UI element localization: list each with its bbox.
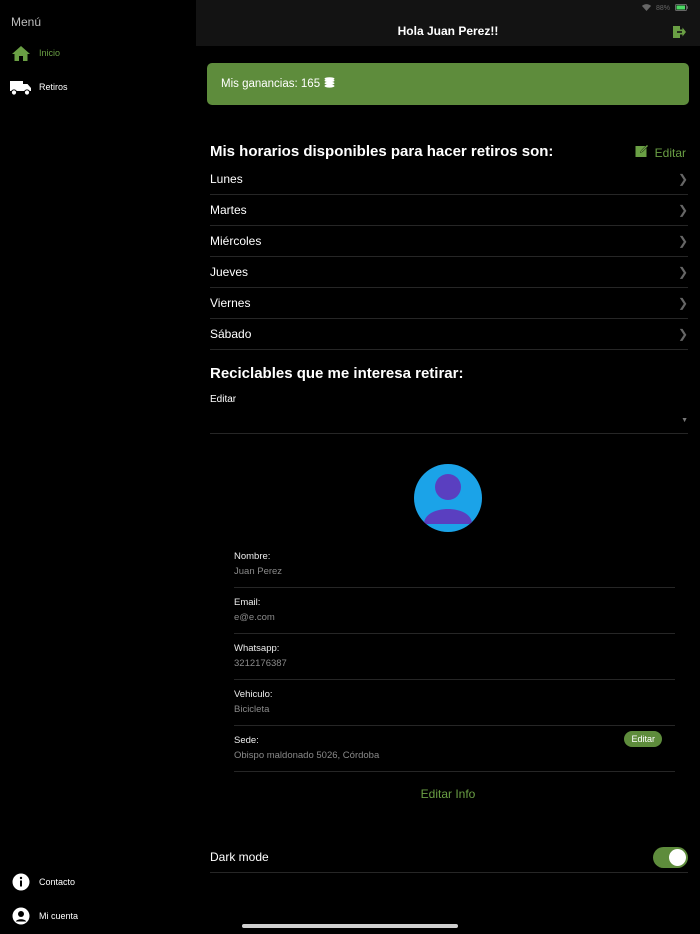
top-bar: 88% Hola Juan Perez!! <box>196 0 700 46</box>
field-value: e@e.com <box>234 612 275 623</box>
field-label: Nombre: <box>234 551 271 562</box>
sidebar-item-label: Inicio <box>39 48 61 58</box>
recyclables-select[interactable]: ▼ <box>210 408 688 434</box>
edit-sede-button[interactable]: Editar <box>624 731 662 747</box>
coins-icon <box>324 77 335 91</box>
day-row-sabado[interactable]: Sábado ❯ <box>210 319 688 350</box>
profile-row-vehiculo: Vehiculo: Bicicleta <box>234 680 675 726</box>
day-label: Lunes <box>210 172 243 186</box>
toggle-knob <box>669 848 686 866</box>
sidebar-item-inicio[interactable]: Inicio <box>10 43 60 63</box>
sidebar-item-label: Mi cuenta <box>39 911 79 921</box>
dark-mode-toggle[interactable] <box>653 846 688 868</box>
profile-row-nombre: Nombre: Juan Perez <box>234 542 675 588</box>
earnings-banner: Mis ganancias: 165 <box>207 63 689 105</box>
field-label: Email: <box>234 597 261 608</box>
day-row-lunes[interactable]: Lunes ❯ <box>210 164 688 195</box>
profile-info-list: Nombre: Juan Perez Email: e@e.com Whatsa… <box>234 542 675 772</box>
sidebar: Menú Inicio Retiros Contacto Mi cuenta <box>0 0 196 934</box>
day-label: Miércoles <box>210 234 262 248</box>
avatar <box>414 464 482 532</box>
chevron-right-icon: ❯ <box>677 296 688 310</box>
day-label: Jueves <box>210 265 249 279</box>
day-label: Viernes <box>210 296 251 310</box>
edit-info-button[interactable]: Editar Info <box>196 787 700 801</box>
schedule-heading: Mis horarios disponibles para hacer reti… <box>210 143 554 160</box>
chevron-right-icon: ❯ <box>677 327 688 341</box>
chevron-right-icon: ❯ <box>677 203 688 217</box>
edit-icon <box>635 144 649 161</box>
status-bar: 88% <box>641 4 688 13</box>
profile-row-whatsapp: Whatsapp: 3212176387 <box>234 634 675 680</box>
sidebar-item-label: Retiros <box>39 82 68 92</box>
recyclables-field-label: Editar <box>210 394 237 405</box>
day-row-jueves[interactable]: Jueves ❯ <box>210 257 688 288</box>
edit-schedule-button[interactable]: Editar <box>635 144 686 161</box>
chevron-right-icon: ❯ <box>677 265 688 279</box>
battery-percentage: 88% <box>655 5 670 12</box>
earnings-text: Mis ganancias: 165 <box>221 78 321 90</box>
home-icon <box>10 43 32 63</box>
day-label: Martes <box>210 203 247 217</box>
main-content: 88% Hola Juan Perez!! Mis ganancias: 165 <box>196 0 700 934</box>
profile-row-email: Email: e@e.com <box>234 588 675 634</box>
field-value: Obispo maldonado 5026, Córdoba <box>234 750 380 761</box>
wifi-icon <box>641 4 651 13</box>
chevron-right-icon: ❯ <box>677 234 688 248</box>
sidebar-item-label: Contacto <box>39 877 76 887</box>
field-value: 3212176387 <box>234 658 287 669</box>
sidebar-item-mi-cuenta[interactable]: Mi cuenta <box>10 906 78 926</box>
field-label: Sede: <box>234 735 259 746</box>
account-icon <box>10 906 32 926</box>
recyclables-heading: Reciclables que me interesa retirar: <box>210 365 464 382</box>
battery-icon <box>675 4 688 13</box>
sidebar-item-retiros[interactable]: Retiros <box>10 77 68 97</box>
day-list: Lunes ❯ Martes ❯ Miércoles ❯ Jueves ❯ Vierne… <box>210 164 688 350</box>
dark-mode-row: Dark mode <box>210 842 688 873</box>
sidebar-item-contacto[interactable]: Contacto <box>10 872 75 892</box>
chevron-right-icon: ❯ <box>677 172 688 186</box>
day-row-martes[interactable]: Martes ❯ <box>210 195 688 226</box>
day-row-viernes[interactable]: Viernes ❯ <box>210 288 688 319</box>
day-label: Sábado <box>210 327 252 341</box>
info-icon <box>10 872 32 892</box>
edit-label: Editar <box>654 145 686 160</box>
caret-down-icon: ▼ <box>681 417 688 424</box>
logout-icon <box>672 26 686 43</box>
truck-icon <box>10 77 32 97</box>
day-row-miercoles[interactable]: Miércoles ❯ <box>210 226 688 257</box>
field-value: Bicicleta <box>234 704 270 715</box>
home-indicator <box>242 924 458 928</box>
profile-row-sede: Sede: Obispo maldonado 5026, Córdoba Edi… <box>234 726 675 772</box>
logout-button[interactable] <box>672 25 686 39</box>
sidebar-title: Menú <box>11 15 42 29</box>
page-title: Hola Juan Perez!! <box>397 24 499 38</box>
field-label: Vehiculo: <box>234 689 273 700</box>
field-label: Whatsapp: <box>234 643 280 654</box>
dark-mode-label: Dark mode <box>210 850 269 864</box>
field-value: Juan Perez <box>234 566 283 577</box>
